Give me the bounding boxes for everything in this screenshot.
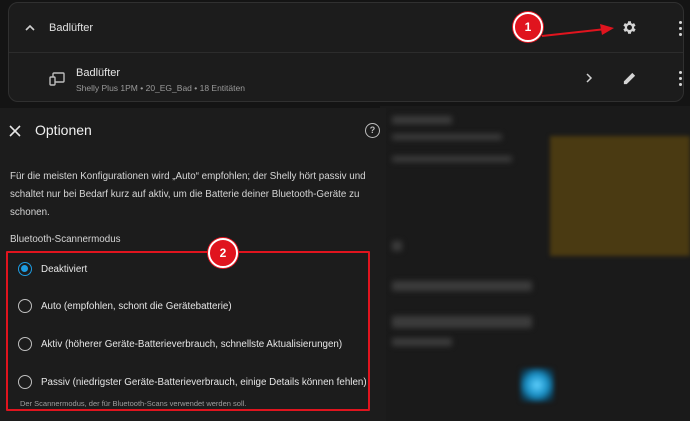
options-panel: Optionen ? Für die meisten Konfiguration… [0, 108, 386, 421]
chevron-up-icon[interactable] [23, 21, 37, 35]
annotation-marker-1: 1 [513, 12, 543, 42]
radio-label: Passiv (niedrigster Geräte-Batterieverbr… [41, 376, 367, 388]
more-vert-icon[interactable] [679, 71, 683, 87]
scanner-mode-radio-group: Deaktiviert Auto (empfohlen, schont die … [6, 251, 370, 411]
radio-option-auto[interactable]: Auto (empfohlen, schont die Gerätebatter… [18, 298, 232, 314]
help-icon[interactable]: ? [365, 123, 380, 138]
device-card: Badlüfter Badlüfter Shelly Plus 1PM • 20… [8, 2, 684, 102]
radio-label: Aktiv (höherer Geräte-Batterieverbrauch,… [41, 338, 343, 350]
radio-button[interactable] [18, 337, 32, 351]
device-name: Badlüfter [76, 67, 121, 79]
radio-label: Auto (empfohlen, schont die Gerätebatter… [41, 300, 232, 312]
helper-text: Der Scannermodus, der für Bluetooth-Scan… [20, 399, 247, 408]
radio-label: Deaktiviert [41, 263, 88, 275]
panel-title: Optionen [35, 122, 92, 138]
radio-option-aktiv[interactable]: Aktiv (höherer Geräte-Batterieverbrauch,… [18, 336, 342, 352]
radio-button[interactable] [18, 375, 32, 389]
radio-button[interactable] [18, 262, 32, 276]
annotation-arrow [541, 24, 614, 37]
annotation-marker-2: 2 [208, 238, 238, 268]
header-title: Badlüfter [49, 22, 94, 34]
pencil-icon[interactable] [622, 71, 637, 86]
gear-icon[interactable] [621, 19, 638, 36]
chevron-right-icon[interactable] [583, 72, 595, 84]
more-vert-icon[interactable] [679, 21, 683, 37]
device-subtitle: Shelly Plus 1PM • 20_EG_Bad • 18 Entität… [76, 83, 245, 93]
device-row[interactable]: Badlüfter Shelly Plus 1PM • 20_EG_Bad • … [9, 53, 683, 103]
blurred-background [380, 106, 690, 421]
options-description: Für die meisten Konfigurationen wird „Au… [10, 171, 366, 218]
device-icon [49, 72, 65, 86]
radio-option-passiv[interactable]: Passiv (niedrigster Geräte-Batterieverbr… [18, 374, 367, 390]
scanner-mode-label: Bluetooth-Scannermodus [10, 234, 121, 245]
radio-option-deaktiviert[interactable]: Deaktiviert [18, 261, 87, 277]
radio-button[interactable] [18, 299, 32, 313]
close-icon[interactable] [9, 125, 21, 137]
